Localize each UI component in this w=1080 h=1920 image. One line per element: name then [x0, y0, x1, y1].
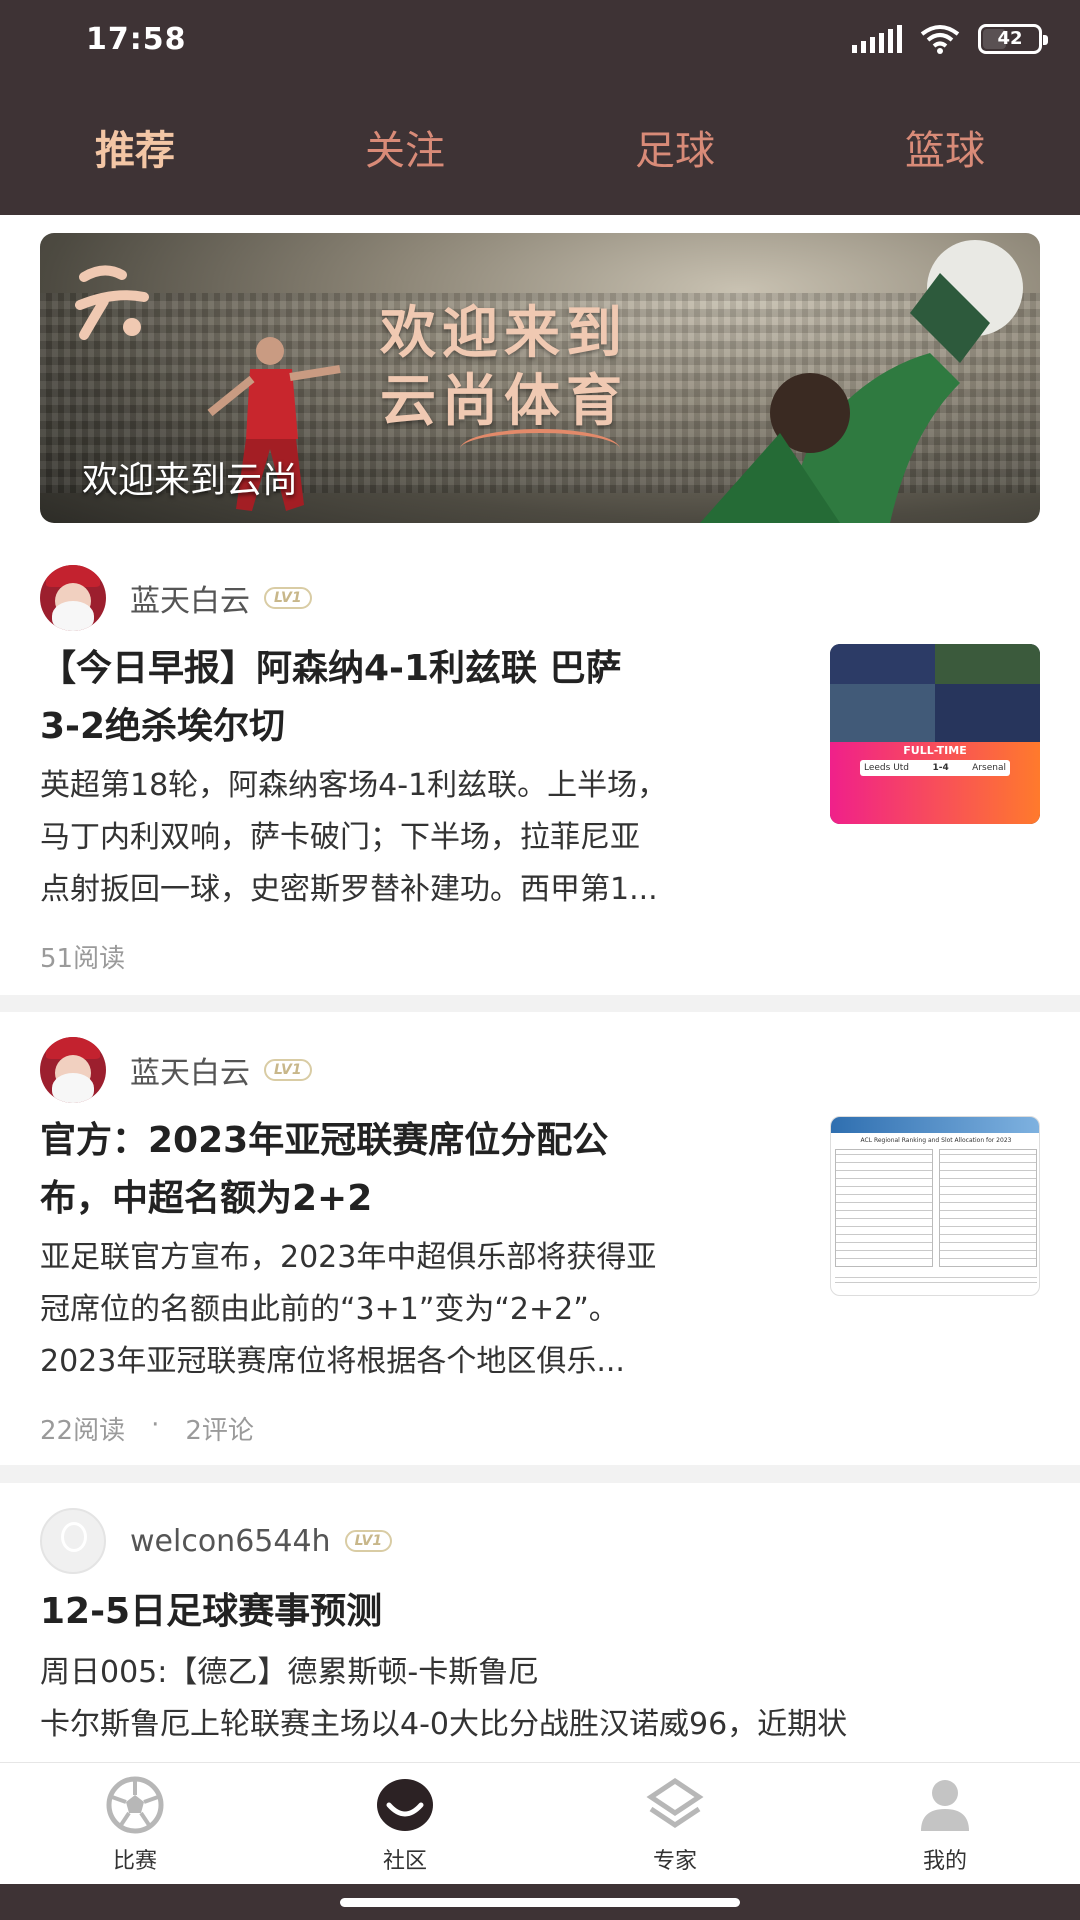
- summary-line: 亚足联官方宣布，2023年中超俱乐部将获得亚: [40, 1240, 657, 1275]
- post-thumbnail[interactable]: ACL Regional Ranking and Slot Allocation…: [830, 1116, 1040, 1296]
- post-author[interactable]: welcon6544h LV1: [40, 1508, 393, 1574]
- banner-title-line1: 欢迎来到: [380, 300, 628, 366]
- post-thumbnail[interactable]: FULL-TIME Leeds Utd 1-4 Arsenal: [830, 644, 1040, 824]
- post-title-line: 布，中超名额为2+2: [40, 1178, 373, 1219]
- yunshang-logo-icon: [75, 265, 149, 340]
- summary-line: 马丁内利双响，萨卡破门；下半场，拉菲尼亚: [40, 820, 640, 855]
- post-card[interactable]: 蓝天白云 LV1 官方：2023年亚冠联赛席位分配公 布，中超名额为2+2 亚足…: [0, 1012, 1080, 1465]
- post-meta: 51阅读: [40, 938, 125, 975]
- thumb-label: FULL-TIME: [903, 744, 967, 757]
- meta-separator: ·: [151, 1410, 160, 1440]
- welcome-banner[interactable]: 欢迎来到 云尚体育 欢迎来到云尚: [40, 233, 1040, 523]
- nav-matches[interactable]: 比赛: [0, 1763, 270, 1884]
- avatar[interactable]: [40, 1508, 106, 1574]
- wifi-icon: [920, 25, 960, 54]
- thumb-home-team: Leeds Utd: [864, 763, 910, 773]
- nav-community[interactable]: 社区: [270, 1763, 540, 1884]
- post-title-line: 官方：2023年亚冠联赛席位分配公: [40, 1120, 609, 1161]
- tab-follow[interactable]: 关注: [270, 118, 540, 176]
- nav-label: 我的: [922, 1849, 967, 1874]
- post-card[interactable]: welcon6544h LV1 12-5日足球赛事预测 周日005:【德乙】德累…: [0, 1483, 1080, 1762]
- post-author[interactable]: 蓝天白云 LV1: [40, 1037, 312, 1103]
- post-title-line: 【今日早报】阿森纳4-1利兹联 巴萨: [40, 648, 622, 689]
- category-tabs: 推荐 关注 足球 篮球: [0, 118, 1080, 176]
- tab-football[interactable]: 足球: [540, 118, 810, 176]
- avatar[interactable]: [40, 1037, 106, 1103]
- post-title[interactable]: 【今日早报】阿森纳4-1利兹联 巴萨 3-2绝杀埃尔切: [40, 640, 622, 756]
- top-header: 17:58 42 推荐 关注 足球 篮球: [0, 0, 1080, 215]
- comment-count[interactable]: 2评论: [185, 1410, 254, 1447]
- read-count: 22阅读: [40, 1416, 126, 1446]
- avatar[interactable]: [40, 565, 106, 631]
- nav-label: 社区: [382, 1849, 427, 1874]
- nav-label: 比赛: [112, 1849, 157, 1874]
- summary-line: 周日005:【德乙】德累斯顿-卡斯鲁厄: [40, 1655, 539, 1690]
- status-time: 17:58: [86, 22, 187, 57]
- post-card[interactable]: 蓝天白云 LV1 【今日早报】阿森纳4-1利兹联 巴萨 3-2绝杀埃尔切 英超第…: [0, 540, 1080, 995]
- post-title-line: 3-2绝杀埃尔切: [40, 706, 286, 747]
- summary-line: 卡尔斯鲁厄上轮联赛主场以4-0大比分战胜汉诺威96，近期状: [40, 1707, 848, 1742]
- bottom-navigation: 比赛 社区 专家 我的: [0, 1762, 1080, 1884]
- community-icon: [377, 1779, 433, 1831]
- signal-icon: [852, 25, 902, 53]
- goalkeeper-image: [700, 240, 1023, 523]
- author-name[interactable]: 蓝天白云: [130, 1048, 250, 1092]
- soccer-ball-icon: [106, 1776, 164, 1834]
- post-author[interactable]: 蓝天白云 LV1: [40, 565, 312, 631]
- post-title[interactable]: 官方：2023年亚冠联赛席位分配公 布，中超名额为2+2: [40, 1112, 608, 1228]
- author-name[interactable]: 蓝天白云: [130, 576, 250, 620]
- tab-recommend[interactable]: 推荐: [0, 118, 270, 176]
- tab-basketball[interactable]: 篮球: [810, 118, 1080, 176]
- summary-line: 英超第18轮，阿森纳客场4-1利兹联。上半场，: [40, 768, 668, 803]
- system-nav-area: [0, 1884, 1080, 1920]
- banner-title: 欢迎来到 云尚体育: [380, 299, 628, 435]
- summary-line: 冠席位的名额由此前的“3+1”变为“2+2”。: [40, 1292, 619, 1327]
- level-badge: LV1: [344, 1530, 393, 1552]
- level-badge: LV1: [264, 587, 312, 609]
- post-meta: 22阅读 · 2评论: [40, 1410, 254, 1447]
- profile-icon: [921, 1780, 969, 1831]
- author-name[interactable]: welcon6544h: [130, 1524, 331, 1559]
- thumb-away-team: Arsenal: [972, 763, 1006, 773]
- post-summary: 英超第18轮，阿森纳客场4-1利兹联。上半场， 马丁内利双响，萨卡破门；下半场，…: [40, 760, 667, 916]
- read-count: 51阅读: [40, 944, 126, 974]
- banner-title-line2: 云尚体育: [380, 368, 628, 434]
- nav-profile[interactable]: 我的: [810, 1763, 1080, 1884]
- status-icons: 42: [852, 24, 1048, 54]
- post-summary: 周日005:【德乙】德累斯顿-卡斯鲁厄 卡尔斯鲁厄上轮联赛主场以4-0大比分战胜…: [40, 1647, 1050, 1751]
- banner-arc-decoration: [460, 429, 620, 469]
- level-badge: LV1: [264, 1059, 312, 1081]
- home-indicator[interactable]: [340, 1898, 740, 1907]
- battery-icon: 42: [978, 24, 1048, 54]
- battery-level: 42: [997, 28, 1023, 49]
- thumb-score: 1-4: [932, 763, 949, 773]
- post-title[interactable]: 12-5日足球赛事预测: [40, 1583, 382, 1641]
- summary-line: 点射扳回一球，史密斯罗替补建功。西甲第1...: [40, 872, 658, 907]
- banner-caption: 欢迎来到云尚: [82, 460, 299, 501]
- thumb-label: ACL Regional Ranking and Slot Allocation…: [860, 1137, 1012, 1144]
- summary-line: 2023年亚冠联赛席位将根据各个地区俱乐...: [40, 1344, 625, 1379]
- nav-experts[interactable]: 专家: [540, 1763, 810, 1884]
- expert-layers-icon: [646, 1777, 704, 1829]
- nav-label: 专家: [652, 1849, 697, 1874]
- post-summary: 亚足联官方宣布，2023年中超俱乐部将获得亚 冠席位的名额由此前的“3+1”变为…: [40, 1232, 656, 1388]
